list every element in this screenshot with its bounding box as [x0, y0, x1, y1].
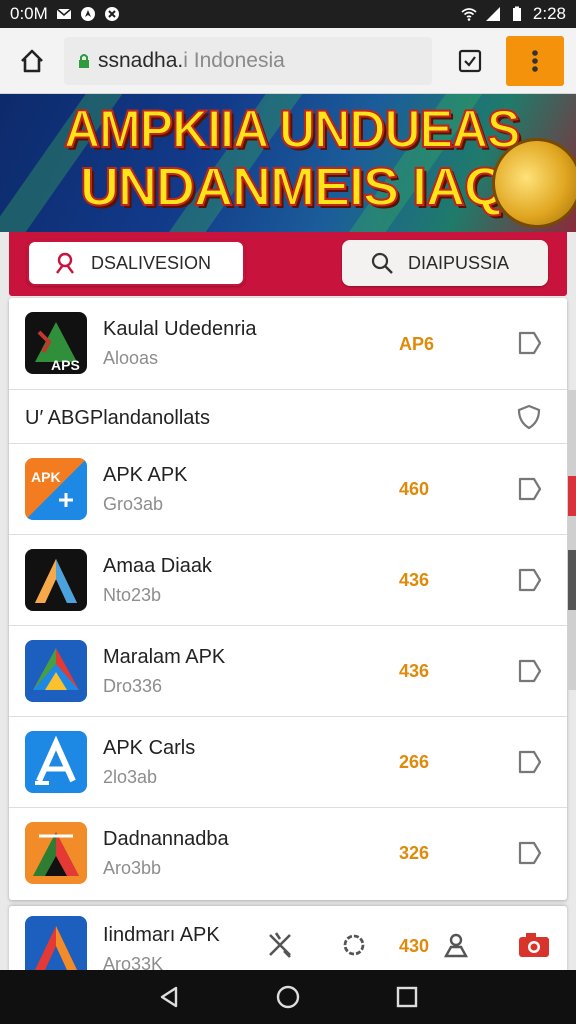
- tab-right-label: DIAIPUSSIA: [408, 252, 510, 273]
- back-icon[interactable]: [156, 984, 182, 1010]
- app-name: APK APK: [103, 464, 188, 486]
- tab-switcher-icon: [458, 49, 482, 72]
- tab-right[interactable]: DIAIPUSSIA: [342, 240, 548, 286]
- tools-icon[interactable]: [265, 930, 295, 960]
- banner-title-line1: AMPKIIA UNDUEAS: [63, 99, 521, 160]
- tag-icon[interactable]: [514, 747, 544, 777]
- app-value: 436: [399, 661, 430, 681]
- list-item[interactable]: Amaa Diaak Nto23b 436: [9, 535, 567, 626]
- mail-icon: [56, 8, 72, 19]
- app-value: 436: [399, 570, 430, 590]
- app-sub: Gro3ab: [103, 494, 164, 514]
- list-item[interactable]: Maralam APK Dro336 436: [9, 626, 567, 717]
- browser-toolbar: ssnadha. i Indonesia: [0, 28, 576, 94]
- section-header: U′ ABGPlandanollats: [9, 390, 567, 444]
- battery-icon: [512, 6, 521, 21]
- shield-icon[interactable]: [514, 402, 544, 432]
- person-icon[interactable]: [441, 930, 471, 960]
- app-value: 430: [399, 936, 430, 956]
- app-list: APS Kaulal Udedenria Alooas AP6 U′ ABGPl…: [9, 298, 567, 900]
- search-icon: [371, 252, 393, 274]
- app-icon-a-multicolor: [25, 640, 87, 702]
- navigation-icon: [80, 7, 95, 21]
- scrollbar-thumb-red[interactable]: [568, 476, 576, 516]
- tag-icon[interactable]: [514, 474, 544, 504]
- app-name: Iindmarı APK: [103, 924, 220, 946]
- app-icon-a-green: APS: [25, 312, 87, 374]
- recents-icon[interactable]: [394, 984, 420, 1010]
- svg-text:APK: APK: [31, 469, 61, 485]
- signal-icon: [485, 7, 500, 21]
- app-sub: 2lo3ab: [103, 767, 158, 787]
- app-name: Dadnannadba: [103, 828, 229, 850]
- person-outline-icon: [56, 252, 74, 274]
- app-icon-a-blue: [25, 731, 87, 793]
- filter-tabs: DSALIVESION DIAIPUSSIA: [9, 232, 567, 296]
- app-icon-a-red: [25, 916, 87, 976]
- home-icon: [21, 49, 43, 72]
- app-name: Kaulal Udedenria: [103, 318, 257, 340]
- tab-switcher-button[interactable]: [446, 37, 494, 85]
- app-name: APK Carls: [103, 737, 196, 759]
- list-item[interactable]: APK Carls 2lo3ab 266: [9, 717, 567, 808]
- app-icon-a-orange: [25, 822, 87, 884]
- banner-title-line2: UNDANMEIS IAQ!: [79, 156, 524, 218]
- app-sub: Nto23b: [103, 585, 162, 605]
- app-value: 266: [399, 752, 430, 772]
- settings-icon: [104, 7, 119, 21]
- list-item[interactable]: Dadnannadba Aro3bb 326: [9, 808, 567, 900]
- list-item[interactable]: APK APK APK Gro3ab 460: [9, 444, 567, 535]
- url-main: ssnadha.: [98, 48, 184, 72]
- system-nav-bar: [0, 970, 576, 1024]
- tag-icon[interactable]: [514, 565, 544, 595]
- section-title: U′ ABGPlandanollats: [25, 407, 210, 429]
- list-item[interactable]: APS Kaulal Udedenria Alooas AP6: [9, 298, 567, 390]
- home-button[interactable]: [8, 37, 56, 85]
- tag-icon[interactable]: [514, 328, 544, 358]
- scrollbar[interactable]: [568, 390, 576, 690]
- app-icon-apk-orange: APK: [25, 458, 87, 520]
- home-circle-icon[interactable]: [275, 984, 301, 1010]
- app-value: 460: [399, 479, 430, 499]
- tab-left[interactable]: DSALIVESION: [27, 240, 245, 286]
- url-rest: i Indonesia: [183, 48, 285, 72]
- list-item-partial[interactable]: Iindmarı APK Aro33K 430: [9, 906, 567, 976]
- refresh-icon[interactable]: [339, 930, 369, 960]
- svg-text:APS: APS: [51, 357, 80, 373]
- lock-icon: [79, 53, 89, 68]
- menu-dots-icon: [532, 49, 538, 72]
- tab-left-label: DSALIVESION: [91, 252, 212, 273]
- menu-button[interactable]: [506, 35, 564, 86]
- wifi-icon: [461, 8, 477, 21]
- status-time-left: 0:0M: [10, 4, 48, 23]
- app-icon-a-black: [25, 549, 87, 611]
- app-sub: Aro3bb: [103, 858, 162, 878]
- app-value: 326: [399, 843, 430, 863]
- url-field[interactable]: ssnadha. i Indonesia: [64, 36, 432, 85]
- tag-icon[interactable]: [514, 656, 544, 686]
- status-time-right: 2:28: [532, 4, 566, 23]
- app-name: Amaa Diaak: [103, 555, 212, 577]
- camera-icon[interactable]: [517, 930, 551, 960]
- promo-banner[interactable]: AMPKIIA UNDUEAS UNDANMEIS IAQ!: [0, 94, 576, 232]
- tag-icon[interactable]: [514, 838, 544, 868]
- scrollbar-thumb[interactable]: [568, 550, 576, 610]
- status-bar: 0:0M 2:28: [0, 0, 576, 28]
- app-sub: Dro336: [103, 676, 163, 696]
- app-name: Maralam APK: [103, 646, 226, 668]
- app-sub: Alooas: [103, 348, 159, 368]
- app-value: AP6: [399, 334, 435, 354]
